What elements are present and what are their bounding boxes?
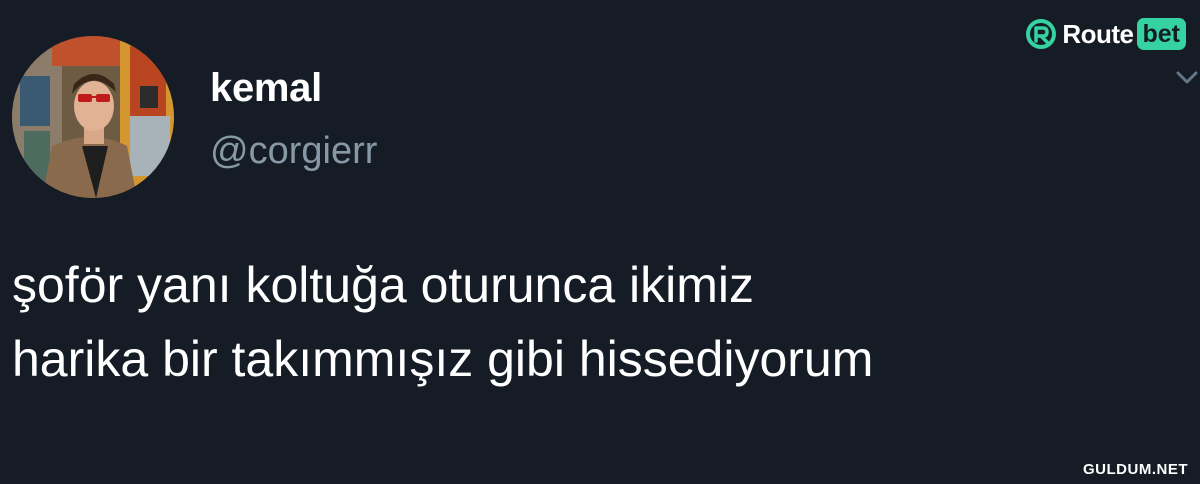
brand-badge: bet bbox=[1136, 18, 1186, 50]
tweet-text: şoför yanı koltuğa oturunca ikimiz harik… bbox=[12, 248, 1197, 396]
display-name[interactable]: kemal bbox=[210, 64, 322, 112]
watermark: GULDUM.NET bbox=[1083, 461, 1188, 478]
avatar[interactable] bbox=[12, 36, 174, 198]
brand-word: Route bbox=[1062, 18, 1134, 49]
route-logo-icon bbox=[1026, 19, 1057, 49]
tweet-text-line: şoför yanı koltuğa oturunca ikimiz bbox=[12, 257, 755, 313]
avatar-photo bbox=[12, 36, 174, 198]
user-handle[interactable]: @corgierr bbox=[210, 128, 377, 174]
tweet-text-line: harika bir takımmışız gibi hissediyorum bbox=[12, 331, 874, 387]
brand-logo: Route bet bbox=[1024, 16, 1186, 52]
chevron-down-icon[interactable] bbox=[1174, 64, 1200, 90]
